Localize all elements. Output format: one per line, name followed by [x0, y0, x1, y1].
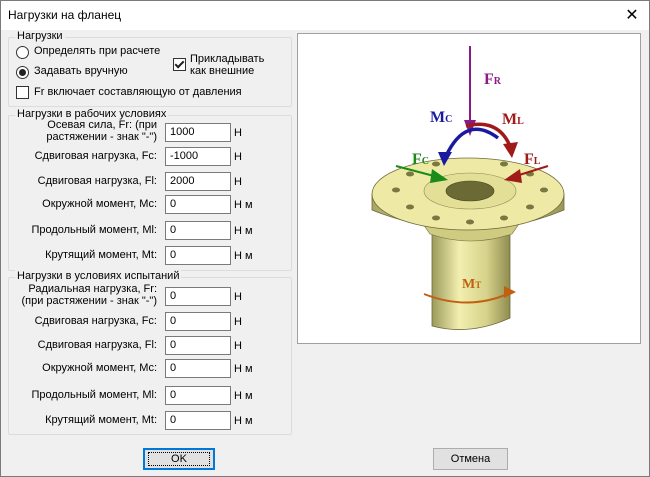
test-value-field[interactable]: 0 — [165, 359, 231, 378]
test-unit-label: Н — [234, 340, 242, 352]
window-title: Нагрузки на фланец — [8, 8, 122, 22]
test-row-label: Окружной момент, Mc: — [42, 362, 157, 374]
fl-label: F — [524, 151, 534, 168]
svg-text:FR: FR — [484, 71, 502, 88]
mt-sub: T — [475, 280, 481, 290]
radio-determine-at-calc[interactable] — [16, 46, 29, 59]
radio-set-manually[interactable] — [16, 66, 29, 79]
cancel-button[interactable]: Отмена — [433, 448, 508, 470]
test-value-field[interactable]: 0 — [165, 386, 231, 405]
test-value-field[interactable]: 0 — [165, 287, 231, 306]
operating-unit-label: Н — [234, 127, 242, 139]
test-row-label: Сдвиговая нагрузка, Fc: — [34, 315, 157, 327]
fl-sub: L — [534, 156, 541, 167]
operating-row-label: Окружной момент, Mc: — [42, 198, 157, 210]
test-loads-legend: Нагрузки в условиях испытаний — [15, 270, 182, 282]
radio-set-manually-label[interactable]: Задавать вручную — [34, 65, 128, 77]
operating-value-field[interactable]: 0 — [165, 221, 231, 240]
operating-unit-label: Н м — [234, 199, 253, 211]
fc-sub: C — [422, 156, 429, 167]
ok-focus-ring — [148, 452, 210, 466]
fr-pressure-label[interactable]: Fr включает составляющую от давления — [34, 86, 242, 98]
ok-button[interactable]: OK — [143, 448, 215, 470]
operating-unit-label: Н м — [234, 250, 253, 262]
mc-sub: C — [445, 114, 452, 125]
cancel-button-label: Отмена — [450, 453, 491, 465]
operating-row-label: Крутящий момент, Mt: — [45, 249, 157, 261]
svg-text:ML: ML — [502, 111, 524, 128]
test-value-field[interactable]: 0 — [165, 312, 231, 331]
svg-text:MT: MT — [462, 277, 481, 292]
loads-mode-legend: Нагрузки — [15, 30, 65, 42]
test-unit-label: Н м — [234, 415, 253, 427]
operating-unit-label: Н — [234, 176, 242, 188]
operating-row-label: Сдвиговая нагрузка, Fl: — [37, 175, 157, 187]
apply-as-external-label[interactable]: Прикладывать как внешние — [190, 53, 264, 77]
svg-text:MC: MC — [430, 109, 452, 126]
operating-unit-label: Н м — [234, 225, 253, 237]
mt-label: M — [462, 277, 475, 292]
svg-text:FL: FL — [524, 151, 541, 168]
radio-determine-at-calc-label[interactable]: Определять при расчете — [34, 45, 160, 57]
fc-label: F — [412, 151, 422, 168]
test-row-label: Сдвиговая нагрузка, Fl: — [37, 339, 157, 351]
test-row-label: Радиальная нагрузка, Fr: (при растяжении… — [21, 283, 157, 307]
flange-load-diagram: FR MC ML FC FL MT — [297, 33, 641, 344]
fr-sub: R — [494, 76, 502, 87]
test-row-label: Крутящий момент, Mt: — [45, 414, 157, 426]
apply-as-external-checkbox[interactable] — [173, 58, 186, 71]
ml-label: M — [502, 111, 517, 128]
test-unit-label: Н м — [234, 363, 253, 375]
test-unit-label: Н м — [234, 390, 253, 402]
operating-row-label: Продольный момент, Ml: — [31, 224, 157, 236]
ml-sub: L — [517, 116, 524, 127]
operating-value-field[interactable]: 0 — [165, 195, 231, 214]
title-bar: Нагрузки на фланец ✕ — [1, 1, 649, 30]
dialog-window: Нагрузки на фланец ✕ Нагрузки Определять… — [0, 0, 650, 477]
operating-value-field[interactable]: 2000 — [165, 172, 231, 191]
fr-label: F — [484, 71, 494, 88]
test-value-field[interactable]: 0 — [165, 411, 231, 430]
test-unit-label: Н — [234, 316, 242, 328]
test-unit-label: Н — [234, 291, 242, 303]
ml-arrow-icon — [503, 142, 518, 158]
fr-pressure-checkbox[interactable] — [16, 86, 29, 99]
close-icon[interactable]: ✕ — [615, 1, 649, 30]
operating-row-label: Сдвиговая нагрузка, Fc: — [34, 150, 157, 162]
operating-value-field[interactable]: 1000 — [165, 123, 231, 142]
operating-value-field[interactable]: 0 — [165, 246, 231, 265]
operating-value-field[interactable]: -1000 — [165, 147, 231, 166]
flange-illustration: FR MC ML FC FL MT — [371, 46, 565, 330]
operating-unit-label: Н — [234, 151, 242, 163]
svg-text:FC: FC — [412, 151, 429, 168]
test-row-label: Продольный момент, Ml: — [31, 389, 157, 401]
operating-row-label: Осевая сила, Fr: (при растяжении - знак … — [46, 119, 157, 143]
mc-label: M — [430, 109, 445, 126]
test-value-field[interactable]: 0 — [165, 336, 231, 355]
